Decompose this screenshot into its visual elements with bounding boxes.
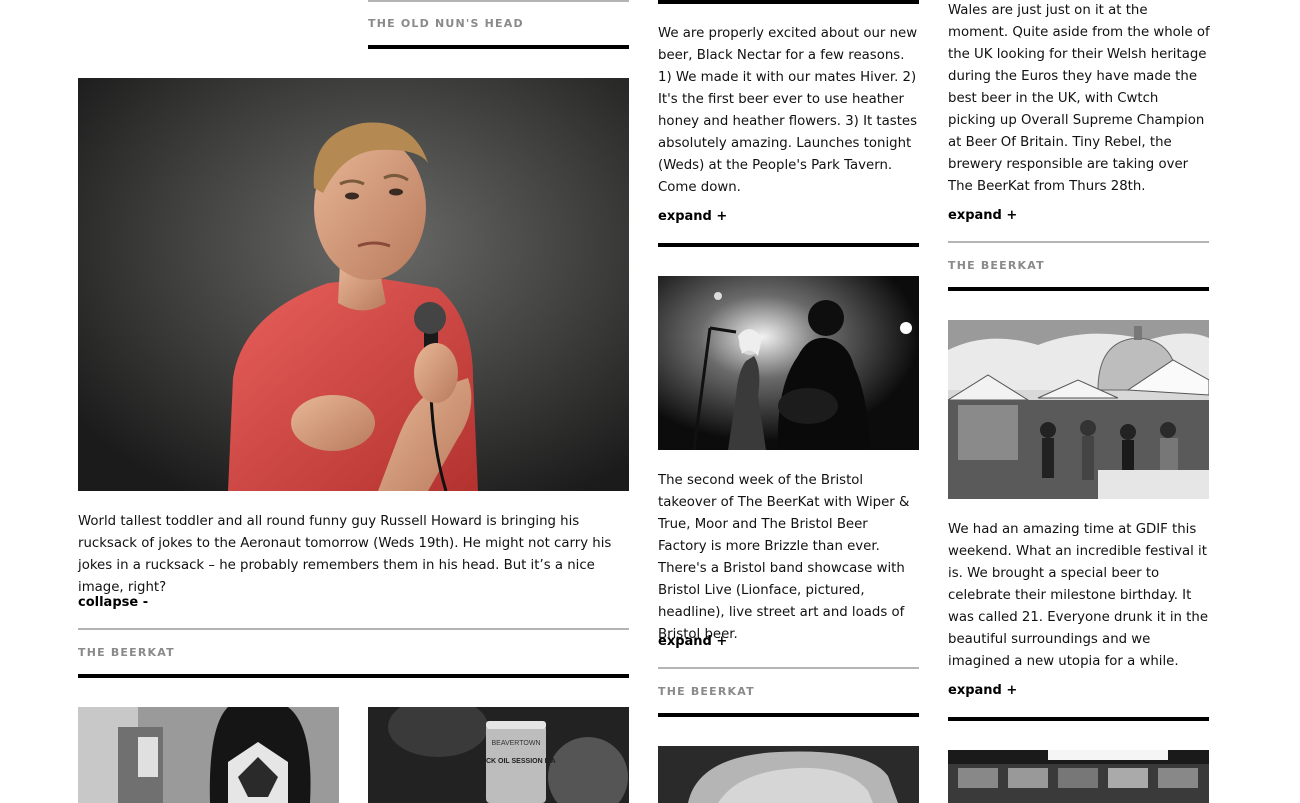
expand-toggle[interactable]: expand + <box>658 209 727 224</box>
divider <box>658 667 919 669</box>
concert-photo[interactable] <box>658 276 919 450</box>
beer-can-photo[interactable]: BEAVERTOWN NECK OIL SESSION IPA <box>368 707 629 803</box>
divider <box>78 628 629 630</box>
post-body: The second week of the Bristol takeover … <box>658 473 910 642</box>
bar-illustration <box>948 750 1209 803</box>
venue-label[interactable]: THE OLD NUN'S HEAD <box>368 17 524 30</box>
hand-photo[interactable] <box>658 746 919 803</box>
beer-bottle-illustration <box>78 707 339 803</box>
expand-toggle[interactable]: expand + <box>658 634 727 649</box>
post-body: World tallest toddler and all round funn… <box>78 514 612 595</box>
divider-thick <box>948 717 1209 721</box>
expand-toggle[interactable]: expand + <box>948 208 1017 223</box>
post-text: The second week of the Bristol takeover … <box>658 470 919 646</box>
post-body: We had an amazing time at GDIF this week… <box>948 522 1208 669</box>
divider-thick <box>658 713 919 717</box>
divider <box>948 241 1209 243</box>
venue-label[interactable]: THE BEERKAT <box>78 646 175 659</box>
bar-photo[interactable] <box>948 750 1209 803</box>
can-label-text: NECK OIL SESSION IPA <box>476 758 555 765</box>
post-text: World tallest toddler and all round funn… <box>78 511 629 599</box>
divider-thick <box>368 45 629 49</box>
venue-label[interactable]: THE BEERKAT <box>658 685 755 698</box>
venue-label[interactable]: THE BEERKAT <box>948 259 1045 272</box>
divider-thick <box>948 287 1209 291</box>
festival-photo[interactable] <box>948 320 1209 499</box>
beer-can-illustration: BEAVERTOWN NECK OIL SESSION IPA <box>368 707 629 803</box>
post-text: Wales are just just on it at the moment.… <box>948 0 1210 198</box>
divider-thick <box>78 674 629 678</box>
divider <box>368 0 629 2</box>
expand-toggle[interactable]: expand + <box>948 683 1017 698</box>
comedian-illustration <box>78 78 629 491</box>
divider-thick <box>658 243 919 247</box>
festival-illustration <box>948 320 1209 499</box>
post-text: We are properly excited about our new be… <box>658 23 919 199</box>
post-body: We are properly excited about our new be… <box>658 26 918 195</box>
can-brand-text: BEAVERTOWN <box>491 740 540 747</box>
post-text: We had an amazing time at GDIF this week… <box>948 519 1210 673</box>
post-body: Wales are just just on it at the moment.… <box>948 3 1210 194</box>
beer-bottle-photo[interactable] <box>78 707 339 803</box>
concert-illustration <box>658 276 919 450</box>
comedian-photo[interactable] <box>78 78 629 491</box>
hand-illustration <box>658 746 919 803</box>
collapse-toggle[interactable]: collapse - <box>78 595 148 610</box>
divider-thick <box>658 0 919 4</box>
